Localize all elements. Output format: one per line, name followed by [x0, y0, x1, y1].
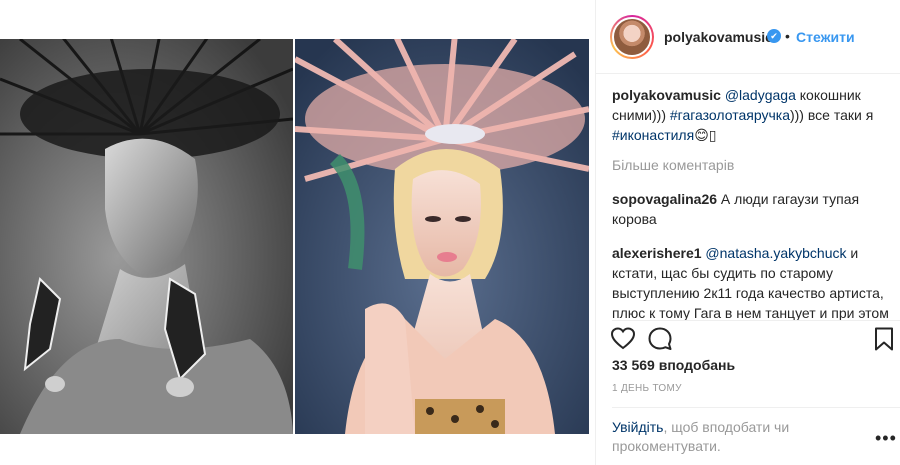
- follow-button[interactable]: Стежити: [796, 29, 855, 45]
- post-header: polyakovamusic ✔ • Стежити: [596, 0, 900, 74]
- comment-username[interactable]: alexerishere1: [612, 245, 702, 261]
- login-link[interactable]: Увійдіть: [612, 419, 663, 435]
- post-media[interactable]: [0, 0, 595, 465]
- comment: alexerishere1 @natasha.yakybchuck и кста…: [612, 243, 892, 320]
- more-options-icon[interactable]: •••: [875, 429, 897, 447]
- likes-count[interactable]: 33 569 вподобань: [612, 357, 735, 373]
- divider: [612, 320, 900, 321]
- comments-list: polyakovamusic @ladygaga кокошник сними)…: [612, 85, 892, 320]
- verified-badge-icon: ✔: [767, 29, 781, 43]
- divider: [612, 407, 900, 408]
- action-bar: [610, 326, 895, 352]
- post-date[interactable]: 1 ДЕНЬ ТОМУ: [612, 383, 682, 394]
- avatar-image: [612, 17, 652, 57]
- comment: sopovagalina26 А люди гагаузи тупая коро…: [612, 189, 892, 229]
- comment-username[interactable]: polyakovamusic: [612, 87, 721, 103]
- comment-username[interactable]: sopovagalina26: [612, 191, 717, 207]
- comment-hashtag[interactable]: #гагазолотаяручка: [670, 107, 790, 123]
- comment-hashtag[interactable]: #иконастиля: [612, 127, 694, 143]
- comment-mention[interactable]: @natasha.yakybchuck: [705, 245, 846, 261]
- bookmark-icon[interactable]: [871, 326, 897, 352]
- photo-right-image: [295, 39, 589, 434]
- avatar[interactable]: [610, 15, 654, 59]
- comment-text: ))) все таки я: [789, 107, 874, 123]
- photo-left-image: [0, 39, 293, 434]
- header-separator: •: [785, 28, 790, 44]
- photo-right: [295, 39, 589, 434]
- caption-comment: polyakovamusic @ladygaga кокошник сними)…: [612, 85, 892, 145]
- header-username[interactable]: polyakovamusic: [664, 29, 773, 45]
- comment-emoji: 😊▯: [694, 127, 717, 143]
- comment-icon[interactable]: [647, 326, 673, 352]
- heart-icon[interactable]: [610, 326, 636, 352]
- photo-left: [0, 39, 293, 434]
- post-side-panel: polyakovamusic ✔ • Стежити polyakovamusi…: [595, 0, 900, 465]
- comment-mention[interactable]: @ladygaga: [725, 87, 796, 103]
- login-prompt: Увійдіть, щоб вподобати чи прокоментуват…: [612, 418, 842, 456]
- load-more-comments-button[interactable]: Більше коментарів: [612, 155, 892, 175]
